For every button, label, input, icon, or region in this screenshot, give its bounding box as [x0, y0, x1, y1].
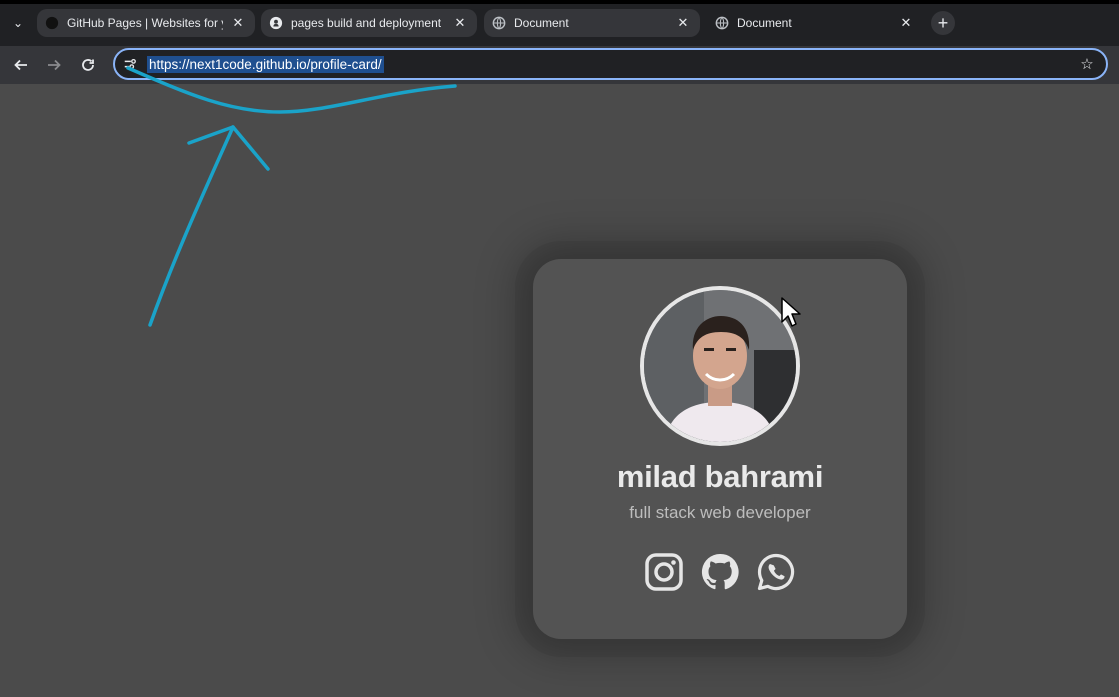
- close-icon[interactable]: ✕: [897, 14, 915, 32]
- tab-strip: ⌄ GitHub Pages | Websites for you ✕ page…: [0, 0, 1119, 46]
- profile-card: milad bahrami full stack web developer: [533, 259, 907, 639]
- avatar: [640, 286, 800, 446]
- tab-title: GitHub Pages | Websites for you: [67, 16, 223, 30]
- close-icon[interactable]: ✕: [451, 14, 469, 32]
- close-icon[interactable]: ✕: [674, 14, 692, 32]
- tab-document-1[interactable]: Document ✕: [484, 9, 700, 37]
- whatsapp-icon[interactable]: [755, 551, 797, 593]
- browser-toolbar: https://next1code.github.io/profile-card…: [0, 46, 1119, 84]
- bookmark-star-icon[interactable]: ☆: [1078, 55, 1096, 73]
- tab-search-chevron-icon[interactable]: ⌄: [8, 13, 28, 33]
- address-bar[interactable]: https://next1code.github.io/profile-card…: [113, 48, 1108, 80]
- tab-title: Document: [737, 16, 792, 30]
- tab-document-2[interactable]: Document ✕: [707, 9, 923, 37]
- site-info-icon[interactable]: [121, 55, 139, 73]
- profile-name: milad bahrami: [616, 459, 824, 494]
- close-icon[interactable]: ✕: [229, 14, 247, 32]
- tab-pages-build[interactable]: pages build and deployment · n ✕: [261, 9, 477, 37]
- globe-icon: [492, 16, 506, 30]
- github-icon: [45, 16, 59, 30]
- instagram-icon[interactable]: [643, 551, 685, 593]
- tab-github-pages[interactable]: GitHub Pages | Websites for you ✕: [37, 9, 255, 37]
- address-url[interactable]: https://next1code.github.io/profile-card…: [147, 56, 384, 73]
- social-links: [643, 551, 797, 593]
- new-tab-button[interactable]: +: [931, 11, 955, 35]
- forward-arrow-icon[interactable]: [42, 53, 66, 77]
- globe-icon: [715, 16, 729, 30]
- github-icon: [269, 16, 283, 30]
- mouse-cursor-icon: [781, 297, 801, 327]
- back-arrow-icon[interactable]: [9, 53, 33, 77]
- github-icon[interactable]: [699, 551, 741, 593]
- tab-title: Document: [514, 16, 569, 30]
- tab-title: pages build and deployment · n: [291, 16, 445, 30]
- page-viewport: milad bahrami full stack web developer: [0, 84, 1119, 697]
- profile-role: full stack web developer: [629, 503, 811, 522]
- reload-icon[interactable]: [76, 53, 100, 77]
